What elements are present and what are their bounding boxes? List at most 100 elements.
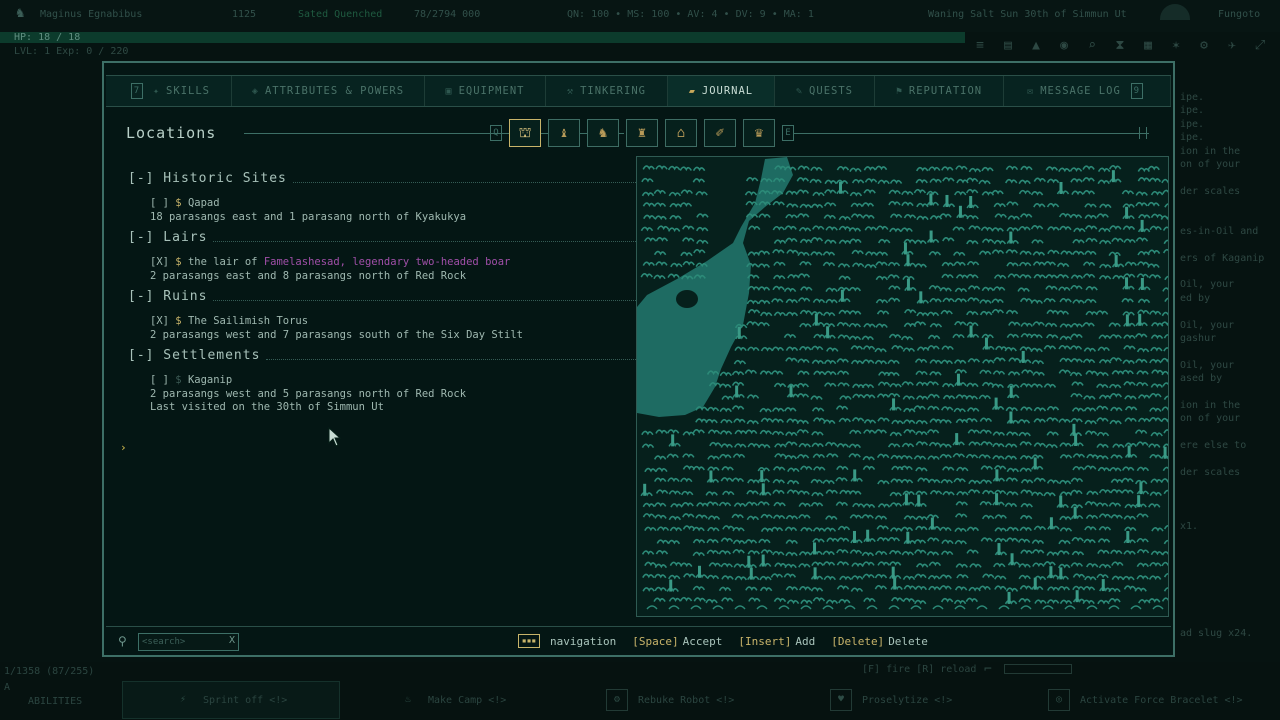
journal-category-filters: Q ⛫ ♝ ♞ ♜ ⌂ ✐ ♛ E [490, 119, 794, 147]
inventory-icon[interactable]: ▤ [996, 36, 1020, 56]
delete-label[interactable]: Delete [888, 635, 928, 648]
recipes-filter-icon[interactable]: ♛ [743, 119, 775, 147]
add-label[interactable]: Add [795, 635, 815, 648]
hud-toolbar: ≡ ▤ ▲ ◉ ⌕ ⧗ ▦ ✶ ⚙ ✈ ⤢ [968, 36, 1272, 56]
category-divider [213, 300, 636, 301]
location-direction: 2 parasangs west and 7 parasangs south o… [150, 328, 523, 341]
tab-label: EQUIPMENT [458, 85, 525, 97]
location-name: Kaganip [187, 374, 233, 386]
ability-sprint[interactable]: ⚡ Sprint off <!> [122, 681, 340, 719]
list-item[interactable]: [X] $ The Sailimish Torus 2 parasangs wes… [150, 315, 636, 342]
filter-next-key[interactable]: E [782, 125, 794, 141]
look-icon[interactable]: ⌕ [1080, 36, 1104, 56]
observations-filter-icon[interactable]: ♞ [587, 119, 619, 147]
accept-key[interactable]: [Space] [632, 635, 678, 648]
hp-readout: HP: 18 / 18 [14, 32, 81, 43]
next-tab-key[interactable]: 9 [1130, 83, 1143, 99]
map-icon[interactable]: ✈ [1220, 36, 1244, 56]
message-log-background: ipe. ipe. ipe. ipe. ion in the on of your der … [1180, 92, 1280, 641]
location-name: The Sailimish Torus [187, 315, 309, 327]
location-minimap [636, 156, 1169, 617]
checkbox[interactable]: [X] [150, 256, 169, 268]
list-item[interactable]: [ ] $ Qapad 18 parasangs east and 1 paras… [150, 197, 636, 224]
abilities-icon[interactable]: ◉ [1052, 36, 1076, 56]
category-header[interactable]: [-] Ruins [128, 289, 636, 311]
add-key[interactable]: [Insert] [738, 635, 791, 648]
ability-label: Proselytize <!> [862, 694, 953, 706]
location-filter-icon[interactable]: ⛫ [509, 119, 541, 147]
category-label: [-] Lairs [128, 230, 208, 245]
search-input[interactable] [142, 635, 222, 648]
player-portrait-icon: ♞ [16, 5, 25, 21]
ability-make-camp[interactable]: ♨ Make Camp <!> [398, 681, 506, 719]
journal-icon[interactable]: ▦ [1136, 36, 1160, 56]
tab-attributes-powers[interactable]: ◈ ATTRIBUTES & POWERS [232, 76, 425, 106]
log-line: gashur [1180, 333, 1217, 345]
prev-tab-key[interactable]: 7 [131, 83, 144, 99]
accept-label[interactable]: Accept [683, 635, 723, 648]
log-line: on of your [1180, 158, 1241, 170]
list-item[interactable]: [X] $ the lair of Famelashesad, legendar… [150, 256, 636, 283]
tab-reputation[interactable]: ⚑ REPUTATION [875, 76, 1004, 106]
tab-label: QUESTS [809, 85, 853, 97]
list-item[interactable]: [ ] $ Kaganip 2 parasangs west and 5 para… [150, 374, 636, 415]
checkbox[interactable]: [ ] [150, 374, 169, 386]
general-notes-filter-icon[interactable]: ✐ [704, 119, 736, 147]
expand-icon[interactable]: ⤢ [1248, 36, 1272, 56]
ability-label: Rebuke Robot <!> [638, 694, 735, 706]
last-visited: Last visited on the 30th of Simmun Ut [150, 401, 384, 413]
category-header[interactable]: [-] Lairs [128, 230, 636, 252]
category-header[interactable]: [-] Historic Sites [128, 171, 636, 193]
tab-label: REPUTATION [908, 85, 983, 97]
wait-icon[interactable]: ⧗ [1108, 36, 1132, 56]
category-divider [293, 182, 636, 183]
dollar-icon: $ [175, 374, 182, 386]
ability-label: Activate Force Bracelet <!> [1080, 694, 1243, 706]
tab-label: SKILLS [166, 85, 210, 97]
filter-prev-key[interactable]: Q [490, 125, 502, 141]
sultan-filter-icon[interactable]: ♜ [626, 119, 658, 147]
locations-list: [-] Historic Sites [ ] $ Qapad 18 parasang… [128, 171, 636, 415]
log-line: Oil, your [1180, 359, 1235, 371]
tab-icon: ⚑ [895, 85, 903, 97]
menu-icon[interactable]: ≡ [968, 36, 992, 56]
tab-skills[interactable]: 7 ✦ SKILLS [106, 76, 232, 106]
tab-tinkering[interactable]: ⚒ TINKERING [546, 76, 668, 106]
tab-equipment[interactable]: ▣ EQUIPMENT [425, 76, 546, 106]
log-line: ased by [1180, 373, 1223, 385]
character-icon[interactable]: ▲ [1024, 36, 1048, 56]
tab-icon: ⚒ [567, 85, 575, 97]
clear-search-button[interactable]: X [229, 635, 235, 646]
ability-proselytize[interactable]: ♥ Proselytize <!> [830, 681, 952, 719]
tab-message-log[interactable]: ✉ MESSAGE LOG 9 [1004, 76, 1171, 106]
category-header[interactable]: [-] Settlements [128, 348, 636, 370]
location-direction: 18 parasangs east and 1 parasang north o… [150, 210, 467, 223]
search-field[interactable]: X [138, 633, 239, 651]
checkbox[interactable]: [ ] [150, 197, 169, 209]
log-line: ion in the [1180, 399, 1241, 411]
log-line: ipe. [1180, 132, 1205, 144]
ability-rebuke-robot[interactable]: ⚙ Rebuke Robot <!> [606, 681, 734, 719]
tab-journal[interactable]: ▰ JOURNAL [668, 76, 775, 106]
location-direction: 2 parasangs east and 8 parasangs north o… [150, 269, 467, 282]
villages-filter-icon[interactable]: ⌂ [665, 119, 697, 147]
favorite-icon[interactable]: ✶ [1164, 36, 1188, 56]
checkbox[interactable]: [X] [150, 315, 169, 327]
delete-key[interactable]: [Delete] [831, 635, 884, 648]
sun-dial-icon [1160, 4, 1190, 20]
chronology-filter-icon[interactable]: ♝ [548, 119, 580, 147]
log-line: ipe. [1180, 118, 1205, 130]
tab-quests[interactable]: ✎ QUESTS [775, 76, 875, 106]
ability-force-bracelet[interactable]: ◎ Activate Force Bracelet <!> [1048, 681, 1243, 719]
settings-icon[interactable]: ⚙ [1192, 36, 1216, 56]
category-label: [-] Settlements [128, 348, 261, 363]
